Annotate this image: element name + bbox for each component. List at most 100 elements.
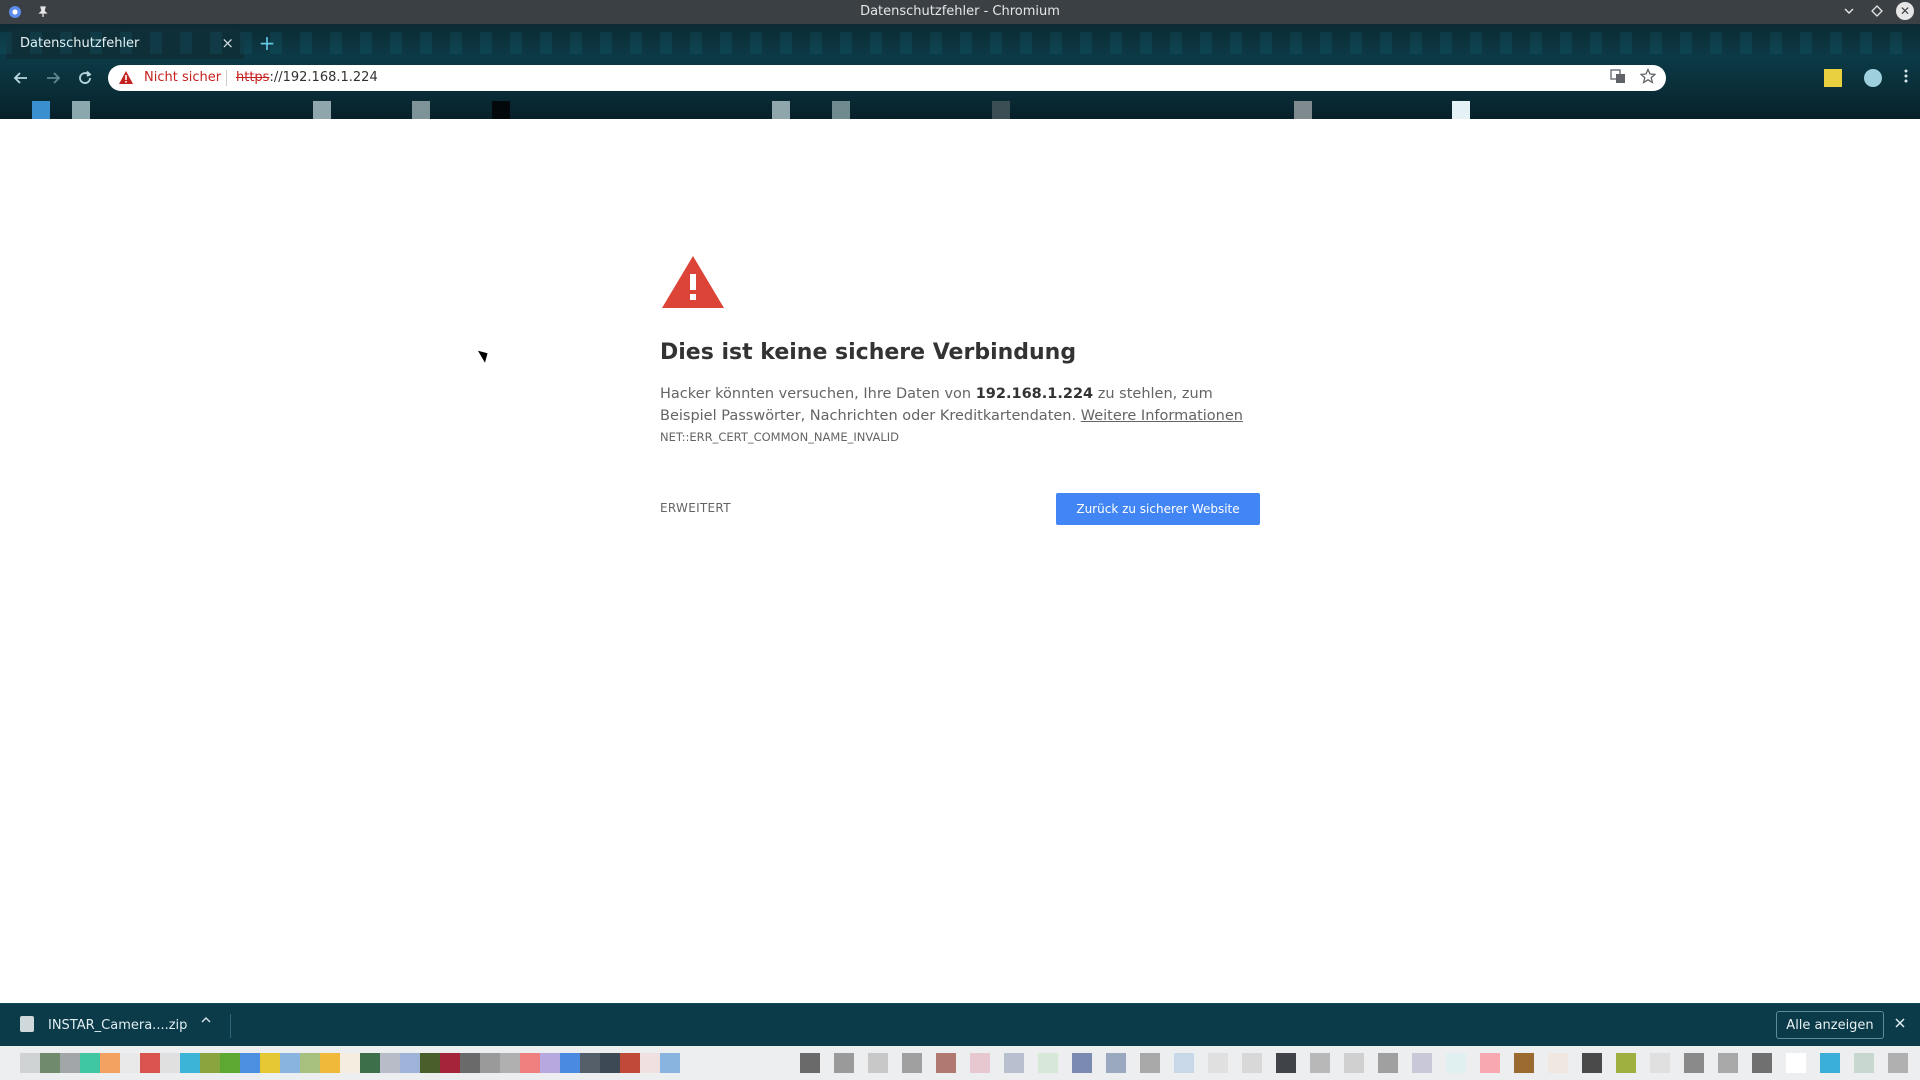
bookmark-icon[interactable]: [412, 101, 430, 119]
forward-arrow-icon[interactable]: [42, 67, 64, 89]
taskbar-app-icon[interactable]: [480, 1053, 500, 1073]
taskbar-app-icon[interactable]: [140, 1053, 160, 1073]
chevron-up-icon[interactable]: [200, 1014, 212, 1030]
taskbar-app-icon[interactable]: [902, 1053, 922, 1073]
back-to-safety-button[interactable]: Zurück zu sicherer Website: [1056, 493, 1260, 525]
taskbar-app-icon[interactable]: [1208, 1053, 1228, 1073]
taskbar-app-icon[interactable]: [1344, 1053, 1364, 1073]
tab-datenschutzfehler[interactable]: Datenschutzfehler ×: [6, 29, 244, 59]
taskbar-app-icon[interactable]: [1616, 1053, 1636, 1073]
bookmark-icon[interactable]: [32, 101, 50, 119]
taskbar-app-icon[interactable]: [220, 1053, 240, 1073]
taskbar-app-icon[interactable]: [1378, 1053, 1398, 1073]
shelf-close-icon[interactable]: [1894, 1014, 1906, 1033]
address-bar[interactable]: Nicht sicher https://192.168.1.224: [108, 65, 1666, 91]
taskbar-app-icon[interactable]: [660, 1053, 680, 1073]
bookmark-icon[interactable]: [1452, 101, 1470, 119]
taskbar-app-icon[interactable]: [1582, 1053, 1602, 1073]
taskbar-app-icon[interactable]: [340, 1053, 360, 1073]
taskbar-app-icon[interactable]: [800, 1053, 820, 1073]
minimize-icon[interactable]: [1840, 2, 1858, 20]
bookmark-icon[interactable]: [832, 101, 850, 119]
taskbar-app-icon[interactable]: [1072, 1053, 1092, 1073]
taskbar-app-icon[interactable]: [1650, 1053, 1670, 1073]
bookmark-icon[interactable]: [772, 101, 790, 119]
translate-icon[interactable]: [1610, 68, 1626, 88]
close-icon[interactable]: ✕: [1896, 2, 1914, 20]
taskbar-app-icon[interactable]: [540, 1053, 560, 1073]
taskbar-app-icon[interactable]: [868, 1053, 888, 1073]
taskbar-app-icon[interactable]: [560, 1053, 580, 1073]
taskbar-app-icon[interactable]: [1718, 1053, 1738, 1073]
taskbar-app-icon[interactable]: [180, 1053, 200, 1073]
taskbar-app-icon[interactable]: [600, 1053, 620, 1073]
taskbar-app-icon[interactable]: [1480, 1053, 1500, 1073]
taskbar-app-icon[interactable]: [300, 1053, 320, 1073]
taskbar-app-icon[interactable]: [80, 1053, 100, 1073]
menu-icon[interactable]: [1904, 68, 1908, 88]
taskbar-app-icon[interactable]: [320, 1053, 340, 1073]
reload-icon[interactable]: [74, 67, 96, 89]
taskbar-app-icon[interactable]: [936, 1053, 956, 1073]
bookmark-icon[interactable]: [313, 101, 331, 119]
taskbar-app-icon[interactable]: [1310, 1053, 1330, 1073]
taskbar-app-icon[interactable]: [1888, 1053, 1908, 1073]
taskbar-app-icon[interactable]: [120, 1053, 140, 1073]
bookmark-icon[interactable]: [992, 101, 1010, 119]
taskbar-app-icon[interactable]: [40, 1053, 60, 1073]
maximize-icon[interactable]: [1868, 2, 1886, 20]
taskbar-app-icon[interactable]: [500, 1053, 520, 1073]
taskbar-app-icon[interactable]: [360, 1053, 380, 1073]
taskbar-app-icon[interactable]: [1446, 1053, 1466, 1073]
taskbar-app-icon[interactable]: [640, 1053, 660, 1073]
learn-more-link[interactable]: Weitere Informationen: [1081, 408, 1243, 424]
back-arrow-icon[interactable]: [10, 67, 32, 89]
url-text[interactable]: https://192.168.1.224: [236, 70, 378, 85]
extension-icon[interactable]: [1824, 69, 1842, 87]
taskbar-app-icon[interactable]: [1106, 1053, 1126, 1073]
taskbar-app-icon[interactable]: [20, 1053, 40, 1073]
taskbar-app-icon[interactable]: [1752, 1053, 1772, 1073]
taskbar-app-icon[interactable]: [1174, 1053, 1194, 1073]
taskbar-app-icon[interactable]: [160, 1053, 180, 1073]
taskbar-app-icon[interactable]: [280, 1053, 300, 1073]
taskbar-app-icon[interactable]: [400, 1053, 420, 1073]
bookmark-icon[interactable]: [1294, 101, 1312, 119]
taskbar-app-icon[interactable]: [460, 1053, 480, 1073]
taskbar-app-icon[interactable]: [1854, 1053, 1874, 1073]
taskbar-app-icon[interactable]: [1412, 1053, 1432, 1073]
taskbar-app-icon[interactable]: [620, 1053, 640, 1073]
taskbar-app-icon[interactable]: [834, 1053, 854, 1073]
taskbar-app-icon[interactable]: [1276, 1053, 1296, 1073]
bookmark-icon[interactable]: [492, 101, 510, 119]
taskbar-app-icon[interactable]: [1684, 1053, 1704, 1073]
tab-close-icon[interactable]: ×: [221, 34, 234, 52]
taskbar-app-icon[interactable]: [380, 1053, 400, 1073]
taskbar-app-icon[interactable]: [520, 1053, 540, 1073]
taskbar-app-icon[interactable]: [260, 1053, 280, 1073]
taskbar-app-icon[interactable]: [420, 1053, 440, 1073]
new-tab-button[interactable]: +: [254, 32, 280, 56]
bookmark-icon[interactable]: [72, 101, 90, 119]
taskbar-app-icon[interactable]: [440, 1053, 460, 1073]
taskbar-app-icon[interactable]: [1514, 1053, 1534, 1073]
taskbar-app-icon[interactable]: [1038, 1053, 1058, 1073]
security-status[interactable]: Nicht sicher: [144, 70, 221, 85]
taskbar-app-icon[interactable]: [1242, 1053, 1262, 1073]
taskbar-app-icon[interactable]: [60, 1053, 80, 1073]
taskbar-app-icon[interactable]: [1786, 1053, 1806, 1073]
taskbar-app-icon[interactable]: [970, 1053, 990, 1073]
taskbar-app-icon[interactable]: [200, 1053, 220, 1073]
advanced-button[interactable]: ERWEITERT: [660, 501, 731, 515]
taskbar-app-icon[interactable]: [1548, 1053, 1568, 1073]
profile-icon[interactable]: [1864, 69, 1882, 87]
download-item[interactable]: INSTAR_Camera....zip: [0, 1004, 230, 1047]
show-all-button[interactable]: Alle anzeigen: [1776, 1011, 1884, 1039]
taskbar-app-icon[interactable]: [240, 1053, 260, 1073]
bookmark-star-icon[interactable]: [1639, 67, 1657, 88]
taskbar-app-icon[interactable]: [100, 1053, 120, 1073]
taskbar-app-icon[interactable]: [580, 1053, 600, 1073]
taskbar-app-icon[interactable]: [1820, 1053, 1840, 1073]
taskbar-app-icon[interactable]: [1140, 1053, 1160, 1073]
taskbar-app-icon[interactable]: [1004, 1053, 1024, 1073]
